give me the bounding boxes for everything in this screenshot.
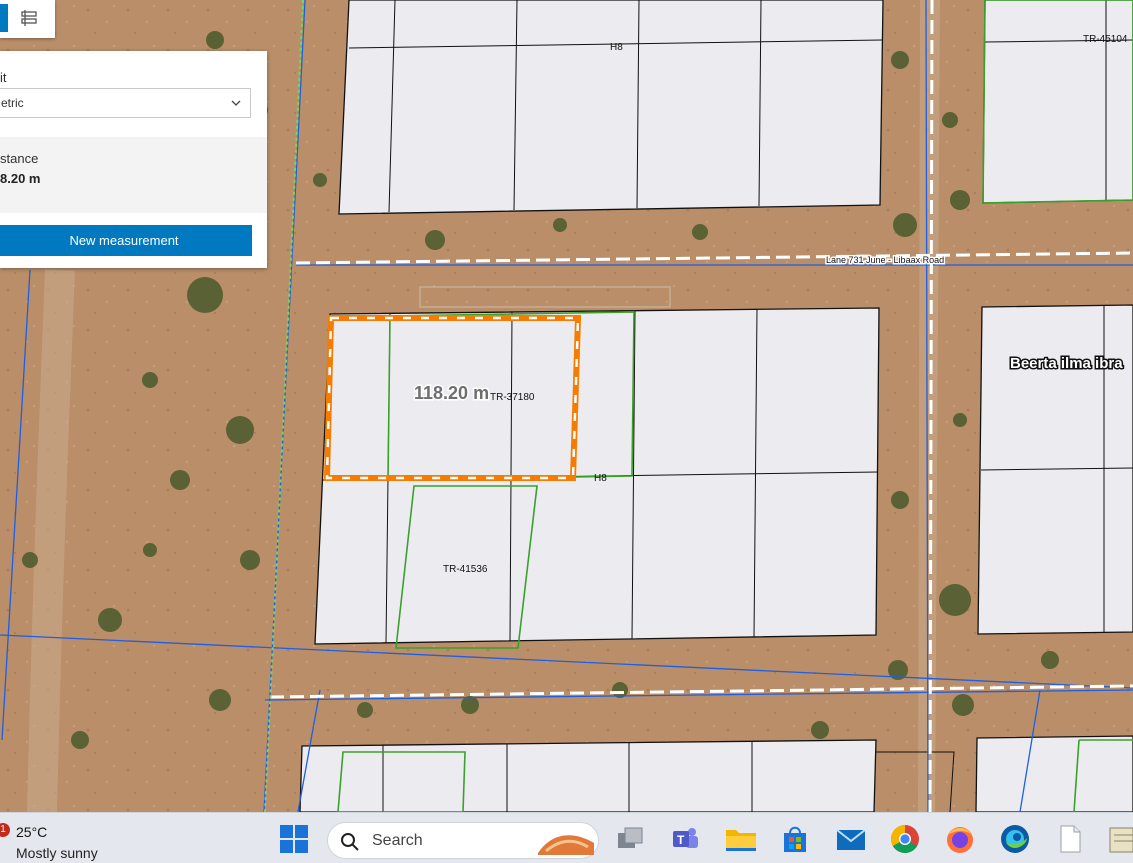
weather-temperature: 25°C — [16, 824, 48, 840]
microsoft-store-icon[interactable] — [780, 824, 810, 854]
edge-icon[interactable] — [1000, 824, 1030, 854]
taskbar: 1 25°C Mostly sunny Search T — [0, 812, 1133, 863]
unit-select-value: etric — [1, 96, 24, 110]
result-label: stance — [0, 151, 39, 166]
mail-icon[interactable] — [835, 824, 866, 854]
map-toolbar — [0, 0, 55, 38]
parcel-label-tr45104: TR-45104 — [1083, 34, 1128, 45]
road-label: Lane 731 June - Libaax Road — [826, 255, 944, 265]
dirt-track — [27, 269, 75, 812]
place-label: Beerta ilma ibra — [1010, 355, 1123, 372]
search-icon — [341, 833, 359, 851]
measurement-result: stance 8.20 m — [0, 137, 267, 213]
parcel-label-h8-mid: H8 — [594, 473, 607, 484]
svg-text:T: T — [677, 833, 685, 847]
parcel-label-h8-top: H8 — [610, 42, 623, 53]
teams-icon[interactable]: T — [670, 824, 700, 854]
unit-select[interactable]: etric — [0, 88, 251, 118]
windows-start-icon[interactable] — [279, 824, 309, 854]
file-icon[interactable] — [1055, 824, 1085, 854]
weather-condition: Mostly sunny — [16, 845, 98, 861]
file-explorer-icon[interactable] — [725, 824, 756, 854]
chevron-down-icon — [231, 100, 241, 106]
chrome-icon[interactable] — [890, 824, 920, 854]
layers-tool-button[interactable] — [13, 4, 45, 32]
layers-icon — [21, 10, 37, 26]
notification-badge: 1 — [0, 823, 10, 837]
result-value: 8.20 m — [0, 171, 41, 186]
notepad-icon[interactable] — [1108, 824, 1133, 854]
weather-widget[interactable]: 1 25°C Mostly sunny — [0, 821, 130, 861]
new-measurement-button[interactable]: New measurement — [0, 225, 252, 256]
search-box[interactable]: Search — [327, 822, 599, 859]
search-placeholder: Search — [372, 832, 423, 849]
search-highlight-icon — [538, 835, 594, 855]
measure-tool-button[interactable] — [0, 4, 8, 32]
task-view-icon[interactable] — [615, 824, 645, 854]
parcel-label-tr41536: TR-41536 — [443, 564, 488, 575]
unit-label: it — [0, 70, 7, 85]
measurement-panel: it etric stance 8.20 m New measurement — [0, 51, 267, 268]
parcel-label-tr37180: TR-37180 — [490, 392, 535, 403]
measured-length-label: 118.20 m — [414, 383, 489, 403]
firefox-icon[interactable] — [945, 824, 975, 854]
